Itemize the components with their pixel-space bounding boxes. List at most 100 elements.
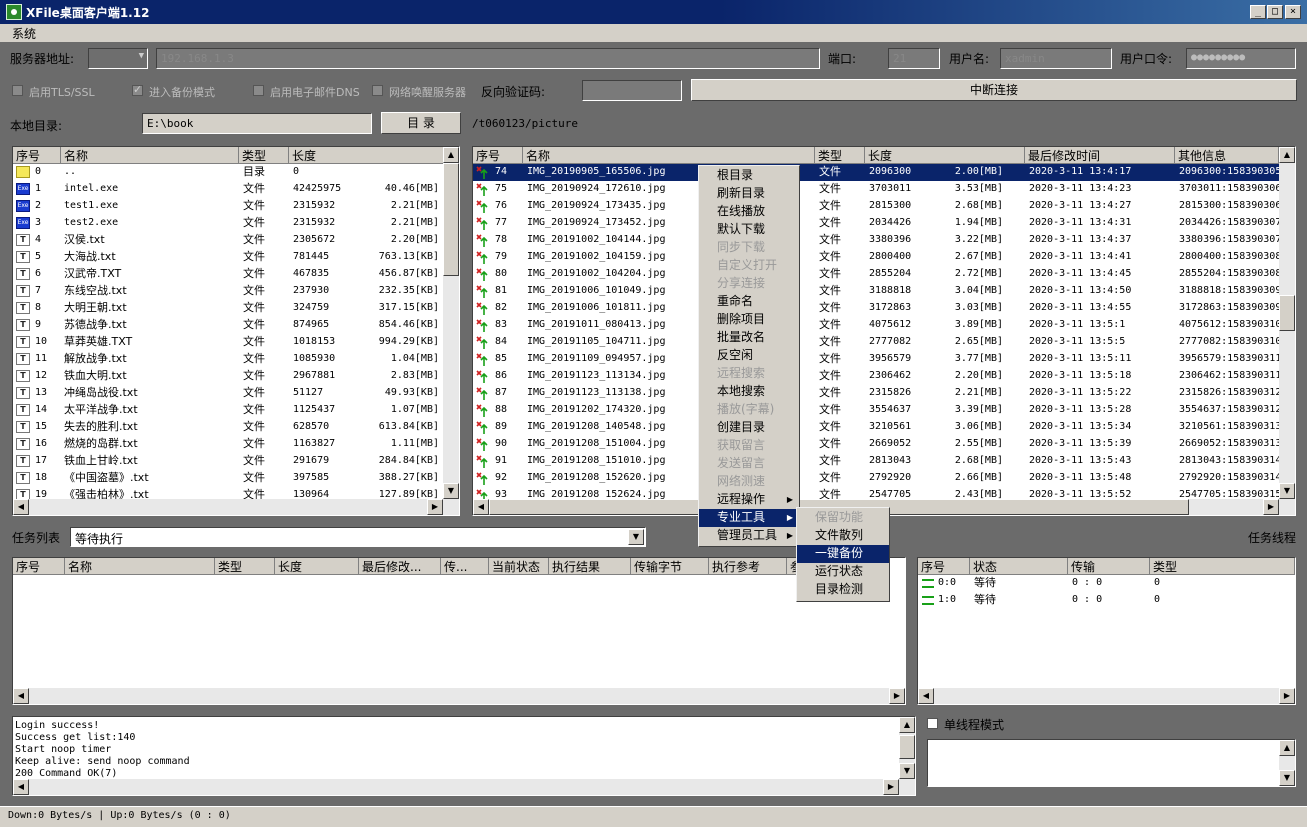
table-row[interactable]: Exe 2 test1.exe 文件 2315932 2.21[MB] [13,198,443,215]
table-row[interactable]: 0.. 目录 0 [13,164,443,181]
scroll-right-icon[interactable]: ▶ [427,499,443,515]
local-header-index[interactable]: 序号 [13,147,61,164]
table-row[interactable]: T 10 草莽英雄.TXT 文件 1018153 994.29[KB] [13,334,443,351]
remote-header-info[interactable]: 其他信息 [1175,147,1279,164]
table-row[interactable]: T 4 汉侯.txt 文件 2305672 2.20[MB] [13,232,443,249]
task-header-2[interactable]: 类型 [215,558,275,575]
table-row[interactable]: 80 IMG_20191002_104204.jpg 文件 2855204 2.72[M… [473,266,1279,283]
thread-header-index[interactable]: 序号 [918,558,970,575]
menu-system[interactable]: 系统 [12,25,36,42]
menu-item[interactable]: 专业工具 ▶ [699,509,799,527]
scroll-up-icon[interactable]: ▲ [1279,147,1295,163]
username-input[interactable]: xadmin [1000,48,1112,69]
thread-header-type[interactable]: 类型 [1150,558,1295,575]
minimize-button[interactable]: _ [1250,5,1266,19]
table-row[interactable]: T 14 太平洋战争.txt 文件 1125437 1.07[MB] [13,402,443,419]
remote-vertical-scrollbar[interactable]: ▲ ▼ [1279,147,1295,499]
table-row[interactable]: 86 IMG_20191123_113134.jpg 文件 2306462 2.20[M… [473,368,1279,385]
scroll-right-icon[interactable]: ▶ [889,688,905,704]
table-row[interactable]: 81 IMG_20191006_101049.jpg 文件 3188818 3.04[M… [473,283,1279,300]
single-thread-checkbox[interactable] [927,718,938,729]
thread-table[interactable]: 序号 状态 传输 类型 0:0 等待 0 : 0 0 1:0 等待 0 : 0 0 ◀ ▶ [917,557,1296,705]
local-vertical-scrollbar[interactable]: ▲ ▼ [443,147,459,499]
scroll-left-icon[interactable]: ◀ [13,779,29,795]
scroll-up-icon[interactable]: ▲ [1279,740,1295,756]
table-row[interactable]: T 17 铁血上甘岭.txt 文件 291679 284.84[KB] [13,453,443,470]
log-panel[interactable]: Login success! Success get list:140 Start … [12,716,916,796]
table-row[interactable]: 88 IMG_20191202_174320.jpg 文件 3554637 3.39[M… [473,402,1279,419]
thread-row[interactable]: 0:0 等待 0 : 0 0 [918,575,1295,592]
choose-dir-button[interactable]: 目 录 [381,112,461,134]
wake-server-checkbox[interactable] [372,85,383,96]
menu-item[interactable]: 重命名 [699,293,799,311]
submenu-item[interactable]: 目录检测 [797,581,889,599]
thread-note-panel[interactable]: ▲ ▼ [927,739,1296,787]
server-address-input[interactable]: 192.168.1.3 [156,48,820,69]
verify-code-input[interactable] [582,80,682,101]
table-row[interactable]: T 13 冲绳岛战役.txt 文件 51127 49.93[KB] [13,385,443,402]
table-row[interactable]: T 7 东线空战.txt 文件 237930 232.35[KB] [13,283,443,300]
maximize-button[interactable]: □ [1267,5,1283,19]
menu-item[interactable]: 删除项目 [699,311,799,329]
task-header-8[interactable]: 传输字节 [631,558,709,575]
table-row[interactable]: 79 IMG_20191002_104159.jpg 文件 2800400 2.67[M… [473,249,1279,266]
pro-tools-submenu[interactable]: 保留功能 文件散列 一键备份 运行状态 目录检测 [796,507,890,602]
submenu-item[interactable]: 文件散列 [797,527,889,545]
table-row[interactable]: T 6 汉武帝.TXT 文件 467835 456.87[KB] [13,266,443,283]
scroll-thumb[interactable] [1279,295,1295,331]
table-row[interactable]: T 11 解放战争.txt 文件 1085930 1.04[MB] [13,351,443,368]
scroll-left-icon[interactable]: ◀ [473,499,489,515]
scroll-right-icon[interactable]: ▶ [1263,499,1279,515]
local-header-length[interactable]: 长度 [289,147,445,164]
task-header-4[interactable]: 最后修改... [359,558,441,575]
table-row[interactable]: 90 IMG_20191208_151004.jpg 文件 2669052 2.55[M… [473,436,1279,453]
thread-horizontal-scrollbar[interactable]: ◀ ▶ [918,688,1295,704]
remote-header-length[interactable]: 长度 [865,147,1025,164]
scroll-right-icon[interactable]: ▶ [883,779,899,795]
scroll-left-icon[interactable]: ◀ [918,688,934,704]
thread-header-status[interactable]: 状态 [970,558,1068,575]
menu-item[interactable]: 刷新目录 [699,185,799,203]
task-table[interactable]: 序号名称类型长度最后修改...传...当前状态执行结果传输字节执行参考参留信 ◀… [12,557,906,705]
scroll-down-icon[interactable]: ▼ [1279,483,1295,499]
local-horizontal-scrollbar[interactable]: ◀ ▶ [13,499,459,515]
disconnect-button[interactable]: 中断连接 [691,79,1297,101]
scroll-right-icon[interactable]: ▶ [1279,688,1295,704]
close-button[interactable]: × [1285,5,1301,19]
thread-header-transfer[interactable]: 传输 [1068,558,1150,575]
note-vertical-scrollbar[interactable]: ▲ ▼ [1279,740,1295,786]
task-header-7[interactable]: 执行结果 [549,558,631,575]
table-row[interactable]: T 9 苏德战争.txt 文件 874965 854.46[KB] [13,317,443,334]
table-row[interactable]: 76 IMG_20190924_173435.jpg 文件 2815300 2.68[M… [473,198,1279,215]
menu-item[interactable]: 根目录 [699,167,799,185]
table-row[interactable]: T 16 燃烧的岛群.txt 文件 1163827 1.11[MB] [13,436,443,453]
thread-row[interactable]: 1:0 等待 0 : 0 0 [918,592,1295,609]
table-row[interactable]: 84 IMG_20191105_104711.jpg 文件 2777082 2.65[M… [473,334,1279,351]
menu-item[interactable]: 本地搜索 [699,383,799,401]
menu-item[interactable]: 远程操作 ▶ [699,491,799,509]
table-row[interactable]: T 5 大海战.txt 文件 781445 763.13[KB] [13,249,443,266]
local-dir-input[interactable]: E:\book [142,113,372,134]
submenu-item[interactable]: 运行状态 [797,563,889,581]
local-header-name[interactable]: 名称 [61,147,239,164]
scroll-thumb[interactable] [443,163,459,276]
menu-item[interactable]: 管理员工具 ▶ [699,527,799,545]
remote-header-name[interactable]: 名称 [523,147,815,164]
table-row[interactable]: T 18 《中国盗墓》.txt 文件 397585 388.27[KB] [13,470,443,487]
table-row[interactable]: 85 IMG_20191109_094957.jpg 文件 3956579 3.77[M… [473,351,1279,368]
task-header-0[interactable]: 序号 [13,558,65,575]
table-row[interactable]: 83 IMG_20191011_080413.jpg 文件 4075612 3.89[M… [473,317,1279,334]
tls-checkbox[interactable] [12,85,23,96]
scroll-down-icon[interactable]: ▼ [443,483,459,499]
menu-item[interactable]: 创建目录 [699,419,799,437]
table-row[interactable]: 89 IMG_20191208_140548.jpg 文件 3210561 3.06[M… [473,419,1279,436]
remote-header-mtime[interactable]: 最后修改时间 [1025,147,1175,164]
local-file-list[interactable]: 序号 名称 类型 长度 0.. 目录 0 Exe 1 intel.exe 文件 4242597… [12,146,460,516]
task-header-3[interactable]: 长度 [275,558,359,575]
table-row[interactable]: 78 IMG_20191002_104144.jpg 文件 3380396 3.22[M… [473,232,1279,249]
password-input[interactable]: ●●●●●●●●● [1186,48,1296,69]
remote-file-list[interactable]: 序号 名称 类型 长度 最后修改时间 其他信息 74 IMG_20190905_1… [472,146,1296,516]
table-row[interactable]: 74 IMG_20190905_165506.jpg 文件 2096300 2.00[M… [473,164,1279,181]
task-filter-select[interactable]: 等待执行 ▼ [70,527,646,547]
menu-item[interactable]: 默认下载 [699,221,799,239]
